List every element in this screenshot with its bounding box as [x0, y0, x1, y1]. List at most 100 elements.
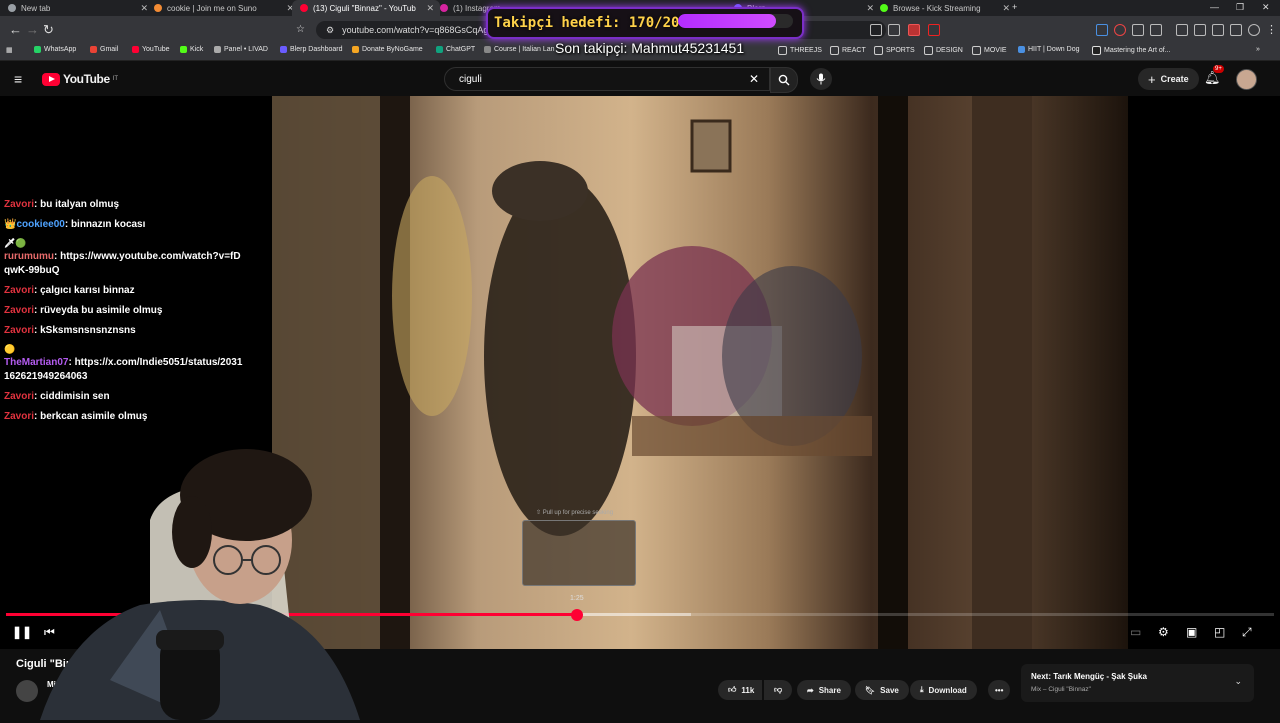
apps-grid-icon[interactable]: ▦	[6, 46, 13, 54]
bookmark-bynogame[interactable]: Donate ByNoGame	[352, 46, 423, 53]
save-button[interactable]: 🔖︎ Save	[855, 680, 909, 700]
download-button[interactable]: ⤓ Download	[910, 680, 977, 700]
bookmark-folder-movie[interactable]: MOVIE	[972, 46, 1007, 55]
more-actions-button[interactable]: •••	[988, 680, 1011, 700]
subtitles-icon[interactable]: ▭	[1130, 625, 1141, 639]
tab-label: (13) Ciguli "Binnaz" - YouTub	[313, 3, 416, 13]
settings-gear-icon[interactable]: ⚙	[1158, 625, 1169, 639]
chat-username: TheMartian07	[4, 357, 69, 368]
youtube-icon	[132, 46, 139, 53]
reload-icon[interactable]: ↻	[43, 22, 54, 38]
browser-tab-new-tab[interactable]: New tab ✕	[0, 0, 154, 16]
bookmark-chatgpt[interactable]: ChatGPT	[436, 46, 475, 53]
close-window-icon[interactable]: ✕	[1262, 2, 1270, 13]
chat-message: Zavori: bu italyan olmuş	[4, 199, 120, 210]
share-page-icon[interactable]	[888, 24, 900, 36]
extension-icon[interactable]	[1114, 24, 1126, 36]
browser-tab-suno[interactable]: cookie | Join me on Suno ✕	[146, 0, 300, 16]
follower-goal-label: Takipçi hedefi: 170/200	[494, 15, 688, 31]
bookmark-star-icon[interactable]: ☆	[296, 24, 305, 35]
video-frame[interactable]	[272, 96, 1128, 649]
more-bookmarks-icon[interactable]: »	[1256, 46, 1260, 53]
download-label: Download	[928, 685, 967, 695]
clear-search-icon[interactable]: ✕	[749, 72, 759, 86]
browser-tab-youtube[interactable]: (13) Ciguli "Binnaz" - YouTub ✕	[292, 0, 440, 16]
voice-search-button[interactable]	[810, 68, 832, 90]
close-tab-icon[interactable]: ✕	[1002, 3, 1010, 14]
like-count: 11k	[741, 685, 755, 695]
bookmark-label: Blerp Dashboard	[290, 46, 343, 53]
gmail-icon	[90, 46, 97, 53]
bookmark-folder-threejs[interactable]: THREEJS	[778, 46, 822, 55]
seek-preview-thumbnail	[522, 520, 636, 586]
extension-alert-icon[interactable]	[928, 24, 940, 36]
chat-message: Zavori: kSksmsnsnsnznsns	[4, 325, 136, 336]
brave-shield-icon[interactable]	[908, 24, 920, 36]
bookmark-folder-design[interactable]: DESIGN	[924, 46, 963, 55]
extension-icon[interactable]	[1096, 24, 1108, 36]
chat-username: Zavori	[4, 325, 35, 336]
site-info-icon[interactable]: ⚙	[326, 25, 334, 36]
forward-icon[interactable]: →	[26, 22, 39, 37]
account-avatar[interactable]	[1236, 69, 1257, 90]
save-label: Save	[880, 685, 899, 695]
cast-icon[interactable]	[870, 24, 882, 36]
dislike-button[interactable]: 👎︎	[764, 680, 793, 700]
notification-count-badge: 9+	[1213, 65, 1224, 73]
bookmark-mastering[interactable]: Mastering the Art of...	[1092, 46, 1171, 55]
browser-tab-kick[interactable]: Browse - Kick Streaming ✕	[872, 0, 1016, 16]
share-button[interactable]: ➦ Share	[797, 680, 851, 700]
bookmark-livad[interactable]: Panel • LIVAD	[214, 46, 268, 53]
youtube-play-logo-icon	[42, 72, 60, 86]
chat-message: Zavori: rüveyda bu asimile olmuş	[4, 305, 163, 316]
like-button[interactable]: 👍︎ 11k	[718, 680, 763, 700]
chat-message: 🗡🟢 rurumumu: https://www.youtube.com/watc…	[4, 238, 244, 278]
bookmark-label: YouTube	[142, 46, 170, 53]
tab-label: New tab	[21, 3, 51, 13]
extension-icon[interactable]	[1132, 24, 1144, 36]
thumbs-up-icon: 👍︎	[728, 685, 737, 694]
bookmark-label: THREEJS	[790, 47, 822, 54]
bookmark-kick[interactable]: Kick	[180, 46, 203, 53]
new-tab-button[interactable]: +	[1012, 2, 1017, 12]
reading-list-icon[interactable]	[1194, 24, 1206, 36]
search-input[interactable]: ciguli ✕	[444, 67, 770, 91]
menu-kebab-icon[interactable]: ⋮	[1266, 23, 1277, 36]
chevron-down-icon[interactable]: ⌄	[1234, 676, 1242, 687]
fullscreen-icon[interactable]: ⤢	[1242, 625, 1252, 640]
cast-icon[interactable]: ◰	[1214, 625, 1225, 639]
chat-text: rüveyda bu asimile olmuş	[40, 305, 163, 316]
follower-goal-bar	[678, 14, 793, 28]
bookmark-gmail[interactable]: Gmail	[90, 46, 118, 53]
video-content-image	[272, 96, 1032, 649]
bookmark-label: Panel • LIVAD	[224, 46, 268, 53]
maximize-icon[interactable]: ❐	[1236, 2, 1244, 13]
media-icon[interactable]	[1176, 24, 1188, 36]
profile-icon[interactable]	[1248, 24, 1260, 36]
search-button[interactable]	[770, 67, 798, 93]
minimize-icon[interactable]: —	[1210, 2, 1219, 12]
bookmark-youtube[interactable]: YouTube	[132, 46, 170, 53]
back-icon[interactable]: ←	[9, 22, 22, 37]
downloads-icon[interactable]	[1230, 24, 1242, 36]
scrubber-handle[interactable]	[570, 609, 583, 621]
tab-search-icon[interactable]	[1212, 24, 1224, 36]
bookmark-downdog[interactable]: HIIT | Down Dog	[1018, 46, 1080, 53]
bookmark-blerp[interactable]: Blerp Dashboard	[280, 46, 343, 53]
search-query: ciguli	[459, 73, 482, 85]
extension-icon[interactable]	[1150, 24, 1162, 36]
miniplayer-icon[interactable]: ▣	[1186, 625, 1197, 639]
bookmark-folder-sports[interactable]: SPORTS	[874, 46, 915, 55]
chat-text: ciddimisin sen	[40, 391, 110, 402]
last-follower-text: Son takipçi: Mahmut45231451	[555, 40, 745, 56]
create-button[interactable]: + Create	[1138, 68, 1199, 90]
share-arrow-icon: ➦	[807, 685, 814, 695]
up-next-card[interactable]: Next: Tarık Mengüç - Şak Şuka Mix – Cigu…	[1021, 664, 1254, 702]
search-icon	[778, 74, 790, 86]
youtube-logo[interactable]: YouTube IT	[42, 72, 118, 86]
hamburger-menu-icon[interactable]: ≡	[14, 71, 22, 87]
bookmark-course[interactable]: Course | Italian Lan	[484, 46, 555, 53]
bookmark-folder-react[interactable]: REACT	[830, 46, 866, 55]
bookmark-whatsapp[interactable]: WhatsApp	[34, 46, 76, 53]
chat-text: kSksmsnsnsnznsns	[40, 325, 136, 336]
